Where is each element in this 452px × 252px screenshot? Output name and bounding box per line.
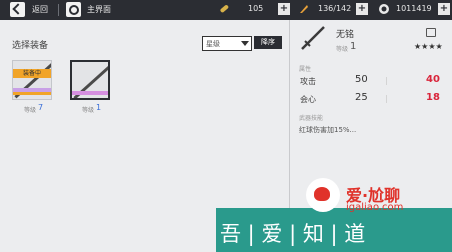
resource-pill-value: 105 [248, 4, 264, 13]
weapon-level-label: 等级 [336, 46, 349, 53]
sword-icon [301, 26, 325, 50]
stat-separator: | [385, 76, 388, 85]
equipped-badge: 装备中 [13, 69, 51, 78]
skill-title: 武器技能 [299, 115, 324, 122]
pill-icon [220, 5, 229, 13]
add-pill-button[interactable]: + [278, 3, 290, 15]
section-title: 选择装备 [12, 41, 49, 51]
chevron-down-icon [241, 41, 249, 46]
weapon-level-value: 1 [350, 41, 357, 52]
lock-icon[interactable] [426, 28, 436, 37]
resource-coin-value: 1011419 [396, 4, 432, 13]
item-level-value: 7 [38, 103, 44, 112]
filter-select-value: 星级 [206, 40, 220, 48]
stat-separator: | [385, 94, 388, 103]
add-coin-button[interactable]: + [438, 3, 450, 15]
coin-icon [379, 4, 389, 14]
watermark-logo-icon [306, 178, 340, 212]
watermark-url: igaliao.com [346, 202, 404, 213]
item-level-label: 等级 [82, 107, 95, 114]
stat-value: 50 [355, 74, 368, 85]
stat-next-value: 40 [426, 74, 440, 85]
stat-name: 攻击 [300, 77, 316, 86]
item-level-value: 1 [96, 103, 102, 112]
filter-select[interactable]: 星级 [202, 36, 252, 51]
rarity-strip [13, 92, 51, 95]
stat-value: 25 [355, 92, 368, 103]
item-level-label: 等级 [24, 107, 37, 114]
top-bar: 返回 主界面 105 + 136/142 + 1011419 + [0, 0, 452, 20]
star-rating: ★★★★ [414, 42, 443, 51]
rarity-strip [72, 91, 108, 95]
home-label[interactable]: 主界面 [87, 4, 111, 15]
stamina-icon [300, 5, 308, 13]
weapon-name: 无铭 [336, 30, 355, 40]
sort-button[interactable]: 降序 [254, 36, 282, 49]
back-label[interactable]: 返回 [32, 4, 48, 15]
weapon-card-selected[interactable] [70, 60, 110, 100]
watermark-text: 吾 | 爱 | 知 | 道 [220, 222, 366, 246]
stat-name: 会心 [300, 95, 316, 104]
divider [58, 4, 59, 16]
home-button[interactable] [66, 2, 81, 17]
add-stamina-button[interactable]: + [356, 3, 368, 15]
chevron-left-icon [12, 3, 24, 15]
weapon-card-equipped[interactable]: 装备中 [12, 60, 52, 100]
stat-next-value: 18 [426, 92, 440, 103]
attributes-title: 属性 [299, 66, 312, 73]
back-button[interactable] [10, 2, 25, 17]
home-icon [69, 5, 79, 15]
panel-divider [289, 20, 290, 220]
bird-icon [314, 187, 330, 201]
skill-description: 红球伤害加15%... [299, 126, 357, 134]
resource-stamina-value: 136/142 [318, 4, 352, 13]
